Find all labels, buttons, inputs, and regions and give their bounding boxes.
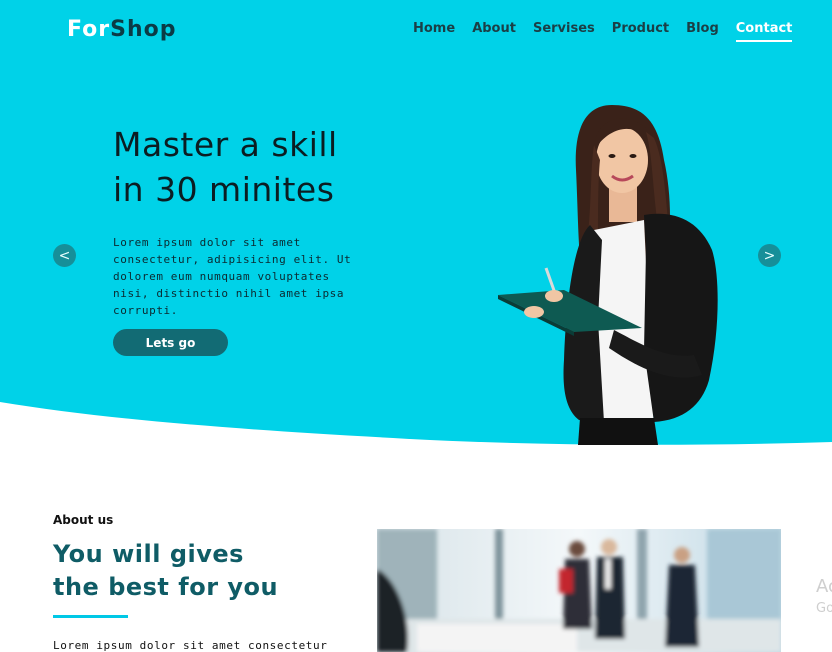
hero-description: Lorem ipsum dolor sit amet consectetur, …	[113, 236, 352, 317]
slider-next-button[interactable]: >	[758, 244, 781, 267]
about-title: You will gives the best for you	[53, 538, 353, 604]
nav-home[interactable]: Home	[413, 20, 455, 42]
nav-product[interactable]: Product	[612, 20, 669, 42]
brand-part-1: For	[67, 17, 111, 42]
hero-title: Master a skill in 30 minites	[113, 122, 433, 212]
nav-blog[interactable]: Blog	[686, 20, 719, 42]
about-office-image	[377, 529, 781, 652]
nav-about[interactable]: About	[472, 20, 516, 42]
about-title-line-1: You will gives	[53, 540, 244, 568]
watermark-line-1: Ac	[816, 576, 832, 597]
chevron-left-icon: <	[58, 247, 71, 264]
about-description: Lorem ipsum dolor sit amet consectetur	[53, 639, 328, 652]
nav-contact[interactable]: Contact	[735, 20, 793, 42]
hero-title-line-1: Master a skill	[113, 125, 338, 164]
activation-watermark: Ac Go	[816, 576, 832, 620]
hero-person-image	[498, 105, 718, 445]
about-title-line-2: the best for you	[53, 573, 279, 601]
brand-logo[interactable]: ForShop	[67, 17, 176, 42]
brand-part-2: Shop	[110, 17, 177, 42]
watermark-line-2: Go	[816, 601, 832, 616]
about-title-underline	[53, 615, 128, 618]
hero-section: ForShop Home About Servises Product Blog…	[0, 0, 832, 450]
nav-services[interactable]: Servises	[533, 20, 595, 42]
slider-prev-button[interactable]: <	[53, 244, 76, 267]
chevron-right-icon: >	[763, 247, 776, 264]
about-section-label: About us	[53, 513, 114, 527]
main-nav: Home About Servises Product Blog Contact	[413, 20, 809, 42]
hero-title-line-2: in 30 minites	[113, 170, 335, 209]
lets-go-button[interactable]: Lets go	[113, 329, 228, 356]
